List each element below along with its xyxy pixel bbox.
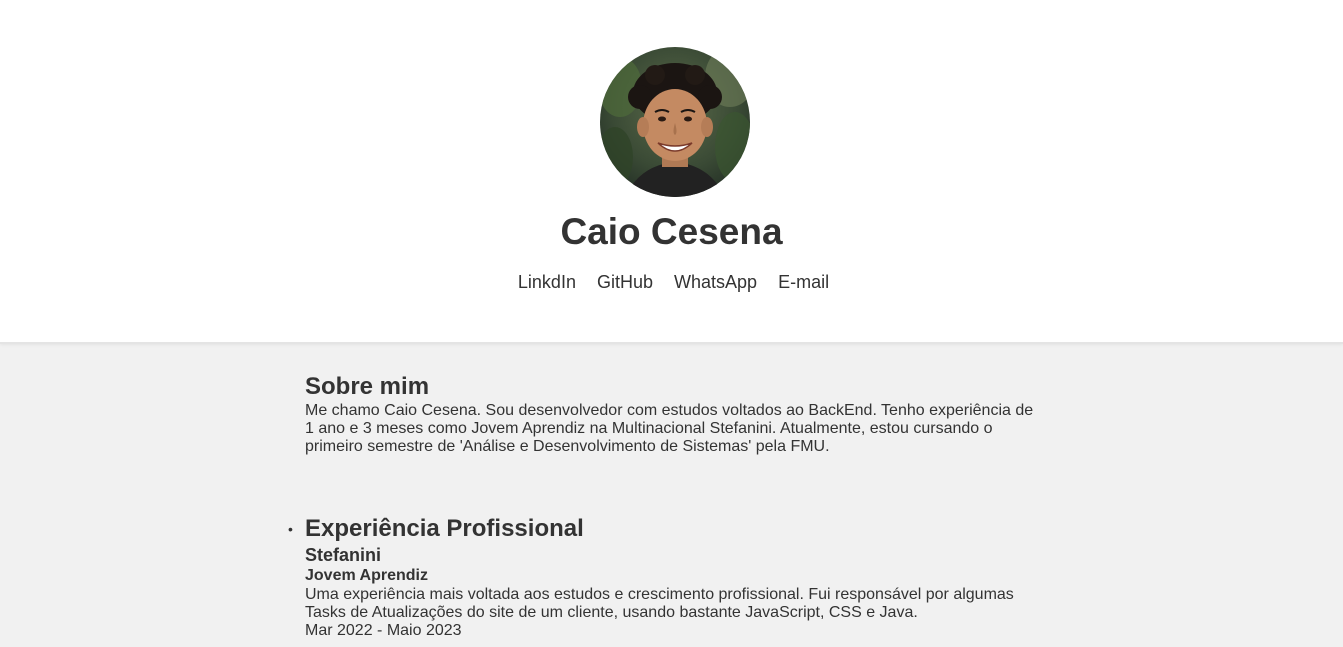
list-bullet-icon: •	[288, 521, 293, 537]
avatar	[600, 47, 750, 197]
experience-company: Stefanini	[305, 545, 382, 565]
linkedin-link[interactable]: LinkdIn	[518, 272, 576, 292]
profile-photo-icon	[600, 47, 750, 197]
email-link[interactable]: E-mail	[778, 272, 829, 292]
about-section: Sobre mim Me chamo Caio Cesena. Sou dese…	[305, 372, 1045, 456]
social-links: LinkdIn GitHub WhatsApp E-mail	[0, 270, 1343, 294]
profile-header: Caio Cesena LinkdIn GitHub WhatsApp E-ma…	[0, 0, 1343, 344]
profile-name: Caio Cesena	[560, 211, 783, 252]
experience-description: Uma experiência mais voltada aos estudos…	[305, 586, 1014, 621]
github-link[interactable]: GitHub	[597, 272, 653, 292]
experience-role: Jovem Aprendiz	[305, 567, 428, 584]
experience-period: Mar 2022 - Maio 2023	[305, 622, 462, 639]
whatsapp-link[interactable]: WhatsApp	[674, 272, 757, 292]
experience-title: Experiência Profissional	[305, 515, 584, 542]
about-title: Sobre mim	[305, 373, 430, 400]
about-text: Me chamo Caio Cesena. Sou desenvolvedor …	[305, 402, 1034, 455]
experience-section: • Experiência Profissional Stefanini Jov…	[288, 514, 1045, 640]
